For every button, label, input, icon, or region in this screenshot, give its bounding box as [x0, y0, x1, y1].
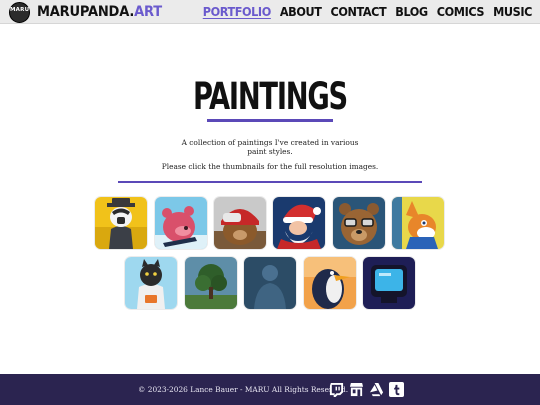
- nav-contact[interactable]: CONTACT: [331, 3, 387, 21]
- thumbnail-badger-knight[interactable]: [95, 197, 147, 249]
- red-helmet-bear-image: [214, 197, 266, 249]
- fox-character-image: [392, 197, 444, 249]
- thumbnail-astronaut-cat[interactable]: [125, 257, 177, 309]
- intro-text: A collection of paintings I've created i…: [181, 138, 359, 156]
- crt-monitor-image: [363, 257, 415, 309]
- nav-music[interactable]: MUSIC: [493, 3, 532, 21]
- main-nav: PORTFOLIO ABOUT CONTACT BLOG COMICS MUSI…: [203, 3, 533, 21]
- thumbnail-fox-character[interactable]: [392, 197, 444, 249]
- badger-knight-image: [95, 197, 147, 249]
- figure-silhouette-image: [244, 257, 296, 309]
- thumbnail-tree-landscape[interactable]: [185, 257, 237, 309]
- nav-comics[interactable]: COMICS: [437, 3, 485, 21]
- tree-landscape-image: [185, 257, 237, 309]
- logo-badge[interactable]: MARU: [9, 2, 30, 23]
- penguin-character-image: [304, 257, 356, 309]
- site-footer: © 2023-2026 Lance Bauer - MARU All Right…: [0, 374, 540, 405]
- thumbnail-pink-bear-on-ice[interactable]: [155, 197, 207, 249]
- logo-text: MARU: [10, 7, 30, 13]
- section-divider: [118, 181, 422, 183]
- santa-claus-image: [273, 197, 325, 249]
- artstation-icon[interactable]: [369, 382, 384, 397]
- nav-blog[interactable]: BLOG: [395, 3, 428, 21]
- brand-accent: ART: [134, 4, 162, 20]
- brand-link[interactable]: MARUPANDA.ART: [37, 3, 162, 21]
- twitch-icon[interactable]: [329, 382, 344, 397]
- thumbnail-figure-silhouette[interactable]: [244, 257, 296, 309]
- nav-about[interactable]: ABOUT: [280, 3, 322, 21]
- site-header: MARU MARUPANDA.ART PORTFOLIO ABOUT CONTA…: [0, 0, 540, 24]
- thumbnail-bear-with-glasses[interactable]: [333, 197, 385, 249]
- bear-with-glasses-image: [333, 197, 385, 249]
- nav-portfolio[interactable]: PORTFOLIO: [203, 3, 272, 21]
- thumbnail-santa-claus[interactable]: [273, 197, 325, 249]
- thumbnail-penguin-character[interactable]: [304, 257, 356, 309]
- copyright-text: © 2023-2026 Lance Bauer - MARU All Right…: [138, 385, 349, 394]
- storefront-icon[interactable]: [349, 382, 364, 397]
- title-underline: [207, 119, 333, 122]
- pink-bear-image: [155, 197, 207, 249]
- page-title: PAINTINGS: [193, 75, 348, 118]
- hint-text: Please click the thumbnails for the full…: [161, 162, 379, 171]
- thumbnail-crt-monitor[interactable]: [363, 257, 415, 309]
- astronaut-cat-image: [125, 257, 177, 309]
- thumbnail-red-helmet-bear[interactable]: [214, 197, 266, 249]
- tumblr-icon[interactable]: [389, 382, 404, 397]
- brand-main: MARUPANDA.: [37, 4, 135, 20]
